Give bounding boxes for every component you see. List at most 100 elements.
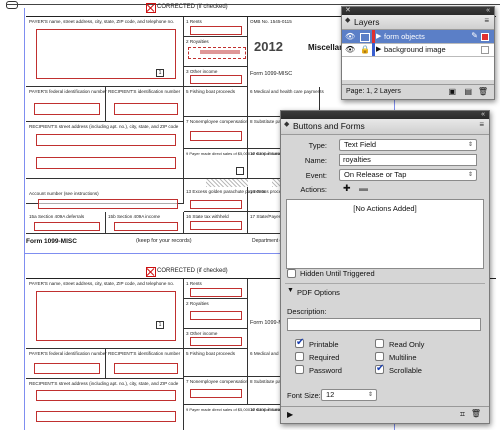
box3-label: 3 Other income — [186, 69, 218, 74]
panel-menu-icon[interactable]: ≡ — [484, 16, 489, 25]
hidden-until-triggered-checkbox[interactable] — [287, 269, 296, 278]
box2-field[interactable] — [190, 311, 242, 320]
convert-object-icon[interactable]: ⌗ — [460, 409, 465, 420]
type-select[interactable]: Text Field ⇕ — [339, 139, 477, 151]
selected-items-square[interactable] — [481, 46, 489, 54]
eye-icon[interactable]: 👁 — [345, 32, 355, 41]
recipient-city-field[interactable] — [36, 157, 176, 169]
box7-field[interactable] — [190, 389, 242, 398]
recipient-city-field[interactable] — [36, 411, 176, 422]
recipient-id-field[interactable] — [114, 103, 178, 115]
field-number-tag: 1 — [156, 69, 164, 77]
payer-fed-id-field[interactable] — [34, 103, 100, 115]
trash-icon[interactable]: 🗑 — [478, 87, 488, 96]
box3-field[interactable] — [190, 337, 242, 346]
lock-toggle[interactable] — [360, 33, 370, 42]
form-number: Form 1099-MISC — [250, 71, 293, 77]
corrected-label: CORRECTED (if checked) — [157, 4, 228, 10]
box1-field[interactable] — [190, 288, 242, 297]
collapse-icon[interactable]: « — [486, 7, 490, 15]
recipient-id-field[interactable] — [114, 363, 178, 374]
footer-form-number: Form 1099-MISC — [26, 238, 77, 245]
type-value: Text Field — [344, 140, 377, 149]
layers-tab[interactable]: ◆ Layers ≡ — [342, 15, 494, 30]
account-field[interactable] — [38, 199, 178, 209]
payer-name-label: PAYER'S name, street address, city, stat… — [29, 281, 175, 286]
lock-icon[interactable]: 🔒 — [360, 45, 370, 54]
password-checkbox[interactable] — [295, 365, 304, 374]
selected-items-square[interactable] — [481, 33, 489, 41]
required-checkbox[interactable] — [295, 352, 304, 361]
password-label: Password — [309, 366, 342, 375]
updown-icon: ⇕ — [467, 172, 473, 178]
payer-name-label: PAYER'S name, street address, city, stat… — [29, 19, 175, 24]
layer-name: background image — [384, 45, 446, 54]
trash-icon[interactable]: 🗑 — [471, 409, 481, 418]
field-number-tag: 1 — [156, 321, 164, 329]
box9-checkbox[interactable] — [236, 167, 244, 175]
box16-field[interactable] — [190, 221, 242, 230]
close-icon[interactable]: ✕ — [345, 7, 351, 15]
actions-list[interactable]: [No Actions Added] — [286, 199, 484, 269]
collapse-icon[interactable]: « — [481, 111, 485, 119]
box3-field[interactable] — [190, 75, 242, 84]
page-margin-guide — [24, 8, 25, 430]
box1-field[interactable] — [190, 26, 242, 35]
printable-checkbox[interactable] — [295, 337, 304, 348]
box15b-label: 15b Section 409A income — [108, 214, 161, 219]
panel-menu-icon[interactable]: ≡ — [479, 120, 484, 129]
corrected-checkbox[interactable] — [146, 3, 156, 13]
recipient-street-field[interactable] — [36, 134, 176, 146]
preview-icon[interactable]: ▶ — [287, 410, 293, 419]
chevron-icon[interactable]: ◆ — [284, 120, 289, 128]
panel-titlebar[interactable]: ✕ « — [342, 7, 494, 15]
layer-name: form objects — [384, 32, 425, 41]
box15a-field[interactable] — [34, 222, 100, 231]
hidden-until-triggered-label: Hidden Until Triggered — [300, 269, 375, 278]
scrollable-checkbox[interactable] — [375, 363, 384, 374]
pdf-options-header[interactable]: PDF Options — [297, 288, 340, 297]
description-input[interactable] — [287, 318, 481, 331]
layer-row-form-objects[interactable]: 👁 ▶ form objects ✎ — [342, 30, 494, 44]
read-only-label: Read Only — [389, 340, 425, 349]
layer-row-background-image[interactable]: 👁 🔒 ▶ background image — [342, 43, 494, 57]
remove-action-icon[interactable]: ▬ — [359, 183, 368, 193]
box5-label: 5 Fishing boat proceeds — [186, 89, 236, 94]
payer-name-field[interactable] — [36, 291, 176, 341]
corrected-checkbox[interactable] — [146, 267, 156, 277]
type-label: Type: — [308, 141, 327, 150]
new-layer-icon[interactable]: ▣ — [448, 87, 456, 96]
recipient-id-label: RECIPIENT'S identification number — [108, 89, 181, 94]
new-sublayer-icon[interactable]: ▤ — [464, 87, 472, 96]
recipient-street-field[interactable] — [36, 390, 176, 401]
layer-color-swatch — [372, 30, 375, 43]
payer-name-field[interactable] — [36, 29, 176, 79]
add-action-icon[interactable]: ✚ — [343, 183, 351, 194]
disclosure-triangle-icon[interactable]: ▼ — [287, 287, 294, 294]
box15b-field[interactable] — [114, 222, 178, 231]
buttons-forms-panel: « ◆ Buttons and Forms ≡ Type: Text Field… — [280, 110, 490, 424]
panel-titlebar[interactable]: « — [281, 111, 489, 119]
box13-field[interactable] — [190, 200, 242, 209]
payer-fed-id-label: PAYER'S federal identification number — [29, 89, 107, 94]
expand-triangle-icon[interactable]: ▶ — [376, 45, 381, 53]
eye-icon[interactable]: 👁 — [345, 45, 355, 54]
box1-label: 1 Rents — [186, 19, 202, 24]
name-input[interactable]: royalties — [339, 154, 477, 166]
tax-year: 2012 — [254, 39, 283, 54]
expand-triangle-icon[interactable]: ▶ — [376, 32, 381, 40]
box7-field[interactable] — [190, 131, 242, 141]
multiline-checkbox[interactable] — [375, 352, 384, 361]
actions-label: Actions: — [300, 185, 327, 194]
chevron-icon[interactable]: ◆ — [345, 16, 350, 24]
multiline-label: Multiline — [389, 353, 417, 362]
payer-fed-id-field[interactable] — [34, 363, 100, 374]
font-size-select[interactable]: 12 ⇕ — [321, 389, 377, 401]
document-canvas[interactable]: CORRECTED (if checked) PAYER'S name, str… — [0, 0, 500, 430]
box7-label: 7 Nonemployee compensation — [186, 379, 249, 384]
event-select[interactable]: On Release or Tap ⇕ — [339, 169, 477, 181]
payer-fed-id-label: PAYER'S federal identification number — [29, 351, 107, 356]
box5-label: 5 Fishing boat proceeds — [186, 351, 236, 356]
read-only-checkbox[interactable] — [375, 339, 384, 348]
buttons-forms-tab[interactable]: ◆ Buttons and Forms ≡ — [281, 119, 489, 135]
